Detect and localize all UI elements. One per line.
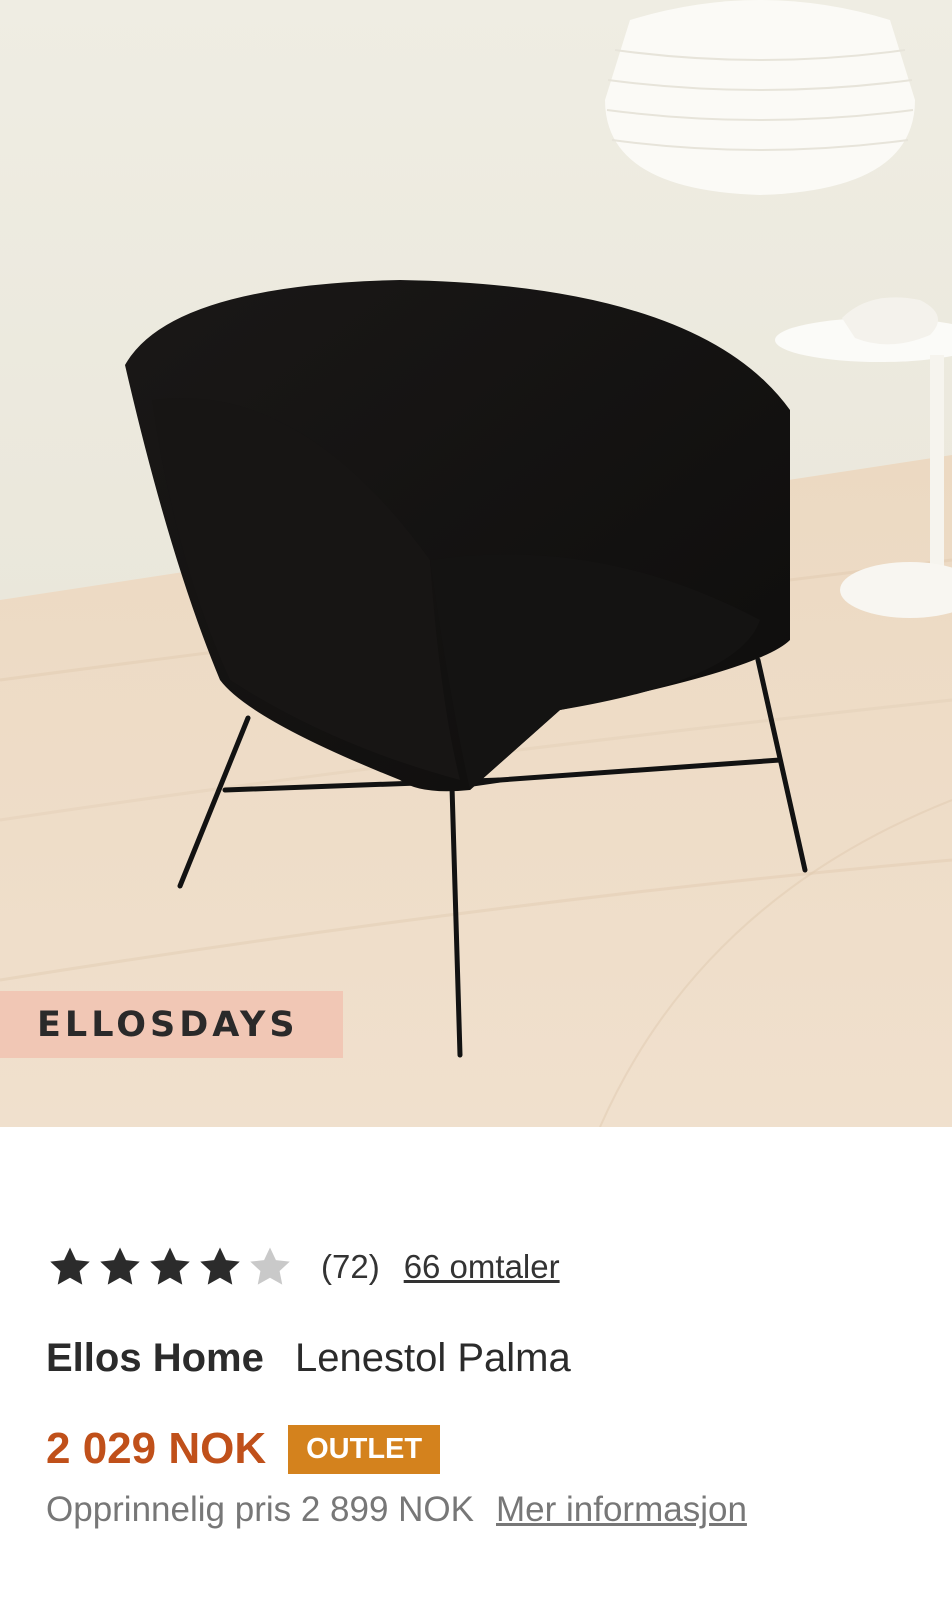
- current-price: 2 029 NOK: [46, 1424, 267, 1473]
- star-filled-icon: [97, 1244, 143, 1290]
- star-filled-icon: [197, 1244, 243, 1290]
- promo-badge: ELLOSDAYS: [0, 991, 343, 1058]
- brand-name[interactable]: Ellos Home: [46, 1336, 264, 1380]
- rating-row: (72) 66 omtaler: [47, 1242, 560, 1292]
- star-rating: [47, 1244, 297, 1290]
- product-image[interactable]: ELLOSDAYS: [0, 0, 952, 1127]
- promo-badge-label: ELLOSDAYS: [37, 1004, 299, 1045]
- star-filled-icon: [147, 1244, 193, 1290]
- rating-count: (72): [321, 1248, 380, 1285]
- price-row: 2 029 NOK OUTLET: [46, 1424, 441, 1474]
- more-info-link[interactable]: Mer informasjon: [496, 1490, 747, 1530]
- outlet-tag: OUTLET: [288, 1424, 441, 1474]
- product-title: Ellos Home Lenestol Palma: [46, 1336, 571, 1381]
- reviews-link[interactable]: 66 omtaler: [404, 1248, 560, 1286]
- product-name: Lenestol Palma: [294, 1336, 571, 1380]
- original-price: Opprinnelig pris 2 899 NOK: [46, 1490, 474, 1529]
- star-empty-icon: [247, 1244, 293, 1290]
- star-filled-icon: [47, 1244, 93, 1290]
- original-price-row: Opprinnelig pris 2 899 NOK Mer informasj…: [46, 1490, 747, 1530]
- product-photo: [0, 0, 952, 1127]
